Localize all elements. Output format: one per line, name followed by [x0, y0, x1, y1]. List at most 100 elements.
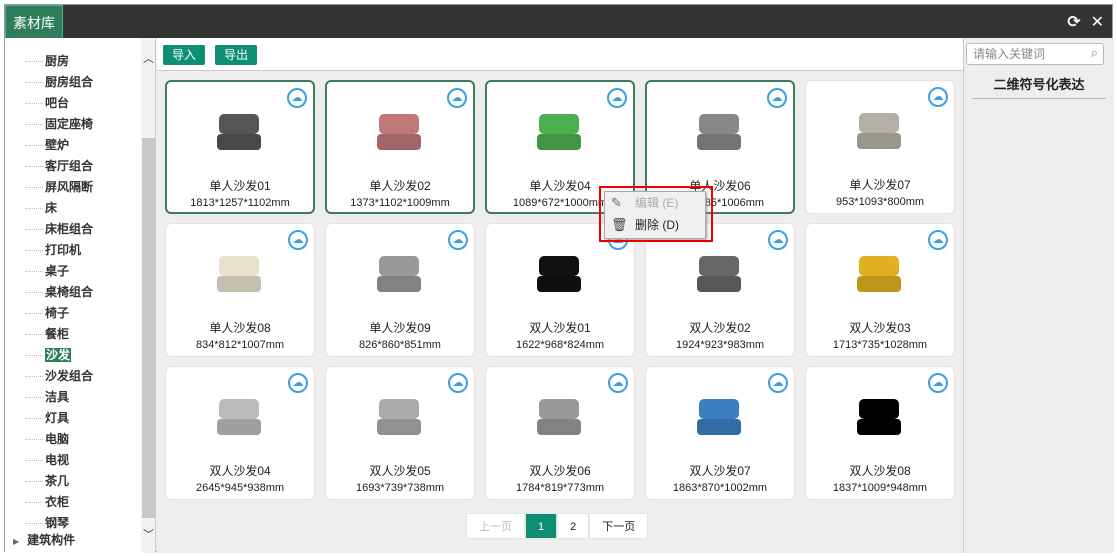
tree-item[interactable]: 床	[25, 199, 57, 217]
sofa-thumbnail	[537, 114, 581, 150]
highlight-box	[599, 186, 713, 242]
sofa-thumbnail	[217, 399, 261, 435]
material-dimensions: 1924*923*983mm	[675, 339, 765, 351]
tree-line	[25, 439, 43, 441]
scroll-down-icon[interactable]: ﹀	[143, 526, 154, 542]
tree-line	[25, 82, 43, 84]
scroll-up-icon[interactable]: ︿	[143, 50, 154, 66]
close-icon[interactable]: ✕	[1091, 12, 1104, 32]
material-card[interactable]: ☁ 单人沙发01 1813*1257*1102mm	[165, 80, 315, 214]
sofa-thumbnail	[697, 399, 741, 435]
tree-item[interactable]: 洁具	[25, 388, 69, 406]
import-button[interactable]: 导入	[163, 45, 205, 65]
page-2-button[interactable]: 2	[557, 513, 590, 539]
tree-item-label: 壁炉	[45, 138, 70, 152]
material-dimensions: 953*1093*800mm	[835, 196, 925, 208]
tree-item[interactable]: 打印机	[25, 241, 81, 259]
tree-item-label: 电视	[45, 453, 70, 467]
tree-item[interactable]: 电视	[25, 451, 69, 469]
tree-item[interactable]: 厨房	[25, 52, 69, 70]
page-1-button[interactable]: 1	[525, 513, 558, 539]
tree-item-label: 桌椅组合	[45, 285, 94, 299]
tree-item-label: 灯具	[45, 411, 70, 425]
tree-line	[25, 250, 43, 252]
material-card[interactable]: ☁ 双人沙发06 1784*819*773mm	[485, 366, 635, 500]
tree-item-label: 衣柜	[45, 495, 70, 509]
tree-item[interactable]: 餐柜	[25, 325, 69, 343]
title-tab[interactable]: 素材库	[5, 5, 63, 39]
sidebar-scrollbar[interactable]: ︿ ﹀	[141, 38, 156, 553]
cloud-icon[interactable]: ☁	[928, 230, 948, 250]
sofa-thumbnail	[697, 256, 741, 292]
sofa-thumbnail	[217, 256, 261, 292]
tree-item[interactable]: 沙发组合	[25, 367, 93, 385]
tree-item[interactable]: 床柜组合	[25, 220, 93, 238]
material-dimensions: 834*812*1007mm	[195, 339, 285, 351]
tree-item[interactable]: 屏风隔断	[25, 178, 93, 196]
cloud-icon[interactable]: ☁	[768, 230, 788, 250]
tree-item[interactable]: 衣柜	[25, 493, 69, 511]
tree-item[interactable]: 灯具	[25, 409, 69, 427]
right-panel-title: 二维符号化表达	[972, 72, 1106, 99]
search-icon[interactable]: ⌕	[1091, 45, 1098, 61]
tree-line	[25, 271, 43, 273]
material-card[interactable]: ☁ 双人沙发01 1622*968*824mm	[485, 223, 635, 357]
cloud-icon[interactable]: ☁	[768, 373, 788, 393]
tree-line	[25, 502, 43, 504]
tree-item[interactable]: 钢琴	[25, 514, 69, 532]
material-card[interactable]: ☁ 双人沙发03 1713*735*1028mm	[805, 223, 955, 357]
material-card[interactable]: ☁ 单人沙发09 826*860*851mm	[325, 223, 475, 357]
tree-item[interactable]: 厨房组合	[25, 73, 93, 91]
material-library-window: 素材库 ⟳ ✕ 厨房厨房组合吧台固定座椅壁炉客厅组合屏风隔断床床柜组合打印机桌子桌…	[4, 4, 1114, 553]
tree-item[interactable]: 桌椅组合	[25, 283, 93, 301]
cloud-icon[interactable]: ☁	[448, 230, 468, 250]
next-page-button[interactable]: 下一页	[589, 513, 649, 539]
search-input[interactable]	[973, 45, 1083, 63]
cloud-icon[interactable]: ☁	[608, 373, 628, 393]
material-dimensions: 1622*968*824mm	[515, 339, 605, 351]
cloud-icon[interactable]: ☁	[928, 87, 948, 107]
material-grid: ☁ 单人沙发01 1813*1257*1102mm ☁ 单人沙发02 1373*1102*…	[157, 71, 963, 553]
material-card[interactable]: ☁ 单人沙发07 953*1093*800mm	[805, 80, 955, 214]
export-button[interactable]: 导出	[215, 45, 257, 65]
material-dimensions: 1373*1102*1009mm	[350, 197, 450, 209]
material-card[interactable]: ☁ 单人沙发02 1373*1102*1009mm	[325, 80, 475, 214]
material-card[interactable]: ☁ 双人沙发02 1924*923*983mm	[645, 223, 795, 357]
prev-page-button[interactable]: 上一页	[466, 513, 525, 539]
tree-item[interactable]: 壁炉	[25, 136, 69, 154]
tree-line	[25, 208, 43, 210]
tree-item[interactable]: 固定座椅	[25, 115, 93, 133]
scroll-thumb[interactable]	[142, 138, 155, 518]
cloud-icon[interactable]: ☁	[288, 373, 308, 393]
tree-line	[25, 376, 43, 378]
material-card[interactable]: ☁ 单人沙发08 834*812*1007mm	[165, 223, 315, 357]
material-card[interactable]: ☁ 双人沙发04 2645*945*938mm	[165, 366, 315, 500]
material-card[interactable]: ☁ 双人沙发07 1863*870*1002mm	[645, 366, 795, 500]
cloud-icon[interactable]: ☁	[287, 88, 307, 108]
tree-item[interactable]: 吧台	[25, 94, 69, 112]
material-name: 双人沙发06	[529, 464, 591, 478]
tree-item[interactable]: 茶几	[25, 472, 69, 490]
sofa-thumbnail	[697, 114, 741, 150]
cloud-icon[interactable]: ☁	[928, 373, 948, 393]
cloud-icon[interactable]: ☁	[607, 88, 627, 108]
refresh-icon[interactable]: ⟳	[1067, 12, 1080, 32]
tree-line	[25, 145, 43, 147]
tree-group-building[interactable]: ▶ 建筑构件	[13, 531, 75, 549]
cloud-icon[interactable]: ☁	[448, 373, 468, 393]
tree-item[interactable]: 沙发	[25, 346, 72, 364]
cloud-icon[interactable]: ☁	[767, 88, 787, 108]
tree-item[interactable]: 电脑	[25, 430, 69, 448]
cloud-icon[interactable]: ☁	[288, 230, 308, 250]
tree-item[interactable]: 桌子	[25, 262, 69, 280]
material-dimensions: 826*860*851mm	[359, 339, 441, 351]
material-dimensions: 1813*1257*1102mm	[190, 197, 290, 209]
material-card[interactable]: ☁ 双人沙发05 1693*739*738mm	[325, 366, 475, 500]
material-card[interactable]: ☁ 双人沙发08 1837*1009*948mm	[805, 366, 955, 500]
tree-item-label: 打印机	[45, 243, 82, 257]
tree-item[interactable]: 客厅组合	[25, 157, 93, 175]
tree-item[interactable]: 椅子	[25, 304, 69, 322]
expand-arrow-icon[interactable]: ▶	[13, 537, 19, 546]
search-box[interactable]: ⌕	[966, 43, 1104, 65]
cloud-icon[interactable]: ☁	[447, 88, 467, 108]
